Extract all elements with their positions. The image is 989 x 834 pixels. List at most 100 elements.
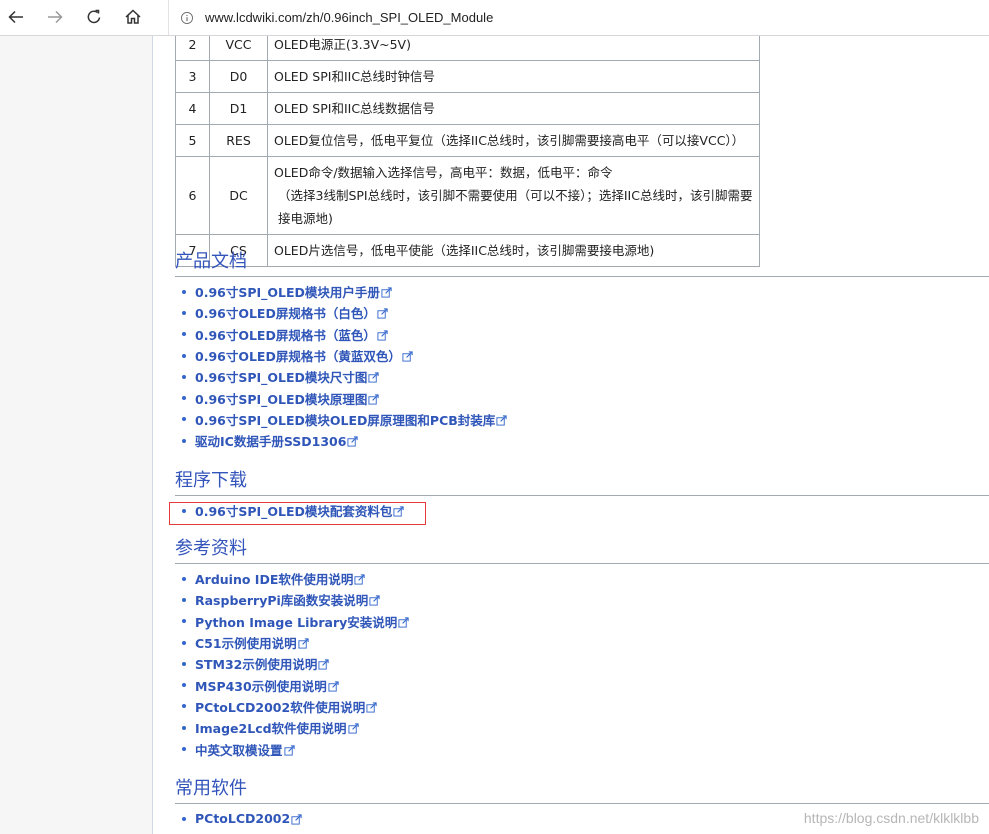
external-link[interactable]: 0.96寸OLED屏规格书（黄蓝双色） <box>195 346 401 365</box>
pin-description-text: OLED复位信号，低电平复位（选择IIC总线时，该引脚需要接高电平（可以接VCC… <box>274 133 745 148</box>
pin-name-cell: DC <box>209 156 268 235</box>
pin-description-text: OLED SPI和IIC总线数据信号 <box>274 101 436 116</box>
external-link[interactable]: RaspberryPi库函数安装说明 <box>195 590 368 609</box>
list-item: 0.96寸SPI_OLED模块用户手册 <box>182 281 507 302</box>
list-item: C51示例使用说明 <box>182 632 409 653</box>
list-item: PCtoLCD2002软件使用说明 <box>182 696 409 717</box>
bullet-icon <box>182 438 186 443</box>
back-button[interactable] <box>2 4 30 30</box>
external-link[interactable]: C51示例使用说明 <box>195 633 297 652</box>
table-row: 2 VCC OLED电源正(3.3V~5V) <box>175 36 760 61</box>
bullet-icon <box>182 417 186 422</box>
external-link-icon[interactable] <box>291 813 302 825</box>
home-icon <box>125 9 141 24</box>
pin-number-cell: 5 <box>175 124 210 157</box>
bullet-icon <box>182 619 186 624</box>
external-link-icon[interactable] <box>377 307 388 319</box>
pin-description-cell: OLED电源正(3.3V~5V) <box>267 36 760 61</box>
bullet-icon <box>182 576 186 581</box>
external-link-icon[interactable] <box>298 637 309 649</box>
external-link[interactable]: 0.96寸SPI_OLED模块OLED屏原理图和PCB封装库 <box>195 410 495 429</box>
refresh-icon <box>87 9 101 24</box>
url-text[interactable]: www.lcdwiki.com/zh/0.96inch_SPI_OLED_Mod… <box>205 10 493 25</box>
external-link[interactable]: PCtoLCD2002 <box>195 811 290 826</box>
pin-description-cell: OLED SPI和IIC总线数据信号 <box>267 92 760 125</box>
external-link-icon[interactable] <box>496 414 507 426</box>
pin-description-text: OLED SPI和IIC总线时钟信号 <box>274 69 436 84</box>
external-link-icon[interactable] <box>368 371 380 383</box>
docs-link-list: 0.96寸SPI_OLED模块用户手册 0.96寸OLED屏规格书（白色） 0.96… <box>182 281 507 451</box>
external-link-icon[interactable] <box>283 744 295 756</box>
list-item: STM32示例使用说明 <box>182 653 409 674</box>
browser-toolbar: www.lcdwiki.com/zh/0.96inch_SPI_OLED_Mod… <box>0 0 989 36</box>
left-sidebar-area <box>0 36 153 834</box>
refs-link-list: Arduino IDE软件使用说明 RaspberryPi库函数安装说明 Pytho… <box>182 568 409 760</box>
bullet-icon <box>182 640 186 645</box>
list-item: RaspberryPi库函数安装说明 <box>182 589 409 610</box>
bullet-icon <box>182 816 186 821</box>
external-link-icon[interactable] <box>398 616 409 628</box>
external-link-icon[interactable] <box>369 594 380 606</box>
pin-name-cell: D0 <box>209 60 268 93</box>
table-row: 3 D0 OLED SPI和IIC总线时钟信号 <box>175 60 760 93</box>
external-link[interactable]: 0.96寸SPI_OLED模块用户手册 <box>195 282 380 301</box>
pin-number-cell: 3 <box>175 60 210 93</box>
table-row: 6 DC OLED命令/数据输入选择信号，高电平：数据，低电平：命令 （选择3线制SP… <box>175 156 760 235</box>
section-heading-refs: 参考资料 <box>175 538 989 564</box>
address-bar[interactable]: www.lcdwiki.com/zh/0.96inch_SPI_OLED_Mod… <box>168 0 989 35</box>
list-item: 驱动IC数据手册SSD1306 <box>182 430 507 451</box>
section-heading-software: 常用软件 <box>175 778 989 804</box>
external-link-icon[interactable] <box>348 722 359 734</box>
external-link[interactable]: Arduino IDE软件使用说明 <box>195 569 353 588</box>
external-link[interactable]: 0.96寸OLED屏规格书（蓝色） <box>195 325 376 344</box>
bullet-icon <box>182 353 186 358</box>
bullet-icon <box>182 310 186 315</box>
external-link[interactable]: 0.96寸SPI_OLED模块原理图 <box>195 389 367 408</box>
pin-table: 2 VCC OLED电源正(3.3V~5V) 3 D0 OLED SPI和IIC总线时钟信… <box>175 36 760 267</box>
bullet-icon <box>182 704 186 709</box>
external-link-icon[interactable] <box>318 658 330 670</box>
forward-button[interactable] <box>41 4 69 30</box>
pin-description-text: （选择3线制SPI总线时，该引脚不需要使用（可以不接）；选择IIC总线时，该引脚… <box>278 188 753 226</box>
external-link-icon[interactable] <box>354 573 366 585</box>
home-button[interactable] <box>119 4 147 30</box>
info-icon[interactable] <box>179 10 195 26</box>
external-link-icon[interactable] <box>377 329 388 341</box>
list-item: 0.96寸SPI_OLED模块OLED屏原理图和PCB封装库 <box>182 409 507 430</box>
external-link-icon[interactable] <box>366 701 377 713</box>
external-link-icon[interactable] <box>347 435 359 447</box>
pin-name-cell: RES <box>209 124 268 157</box>
forward-icon <box>48 10 63 24</box>
external-link[interactable]: 中英文取模设置 <box>195 740 283 759</box>
bullet-icon <box>182 332 186 337</box>
bullet-icon <box>182 725 186 730</box>
bullet-icon <box>182 661 186 666</box>
external-link[interactable]: PCtoLCD2002软件使用说明 <box>195 697 365 716</box>
pin-number-cell: 2 <box>175 36 210 61</box>
watermark: https://blog.csdn.net/klklklbb <box>803 810 979 826</box>
highlight-box <box>169 502 426 525</box>
external-link-icon[interactable] <box>368 393 380 405</box>
refresh-button[interactable] <box>80 4 108 30</box>
external-link[interactable]: STM32示例使用说明 <box>195 654 317 673</box>
external-link[interactable]: 0.96寸SPI_OLED模块尺寸图 <box>195 367 367 386</box>
list-item: 中英文取模设置 <box>182 738 409 759</box>
external-link[interactable]: 驱动IC数据手册SSD1306 <box>195 431 346 450</box>
external-link[interactable]: MSP430示例使用说明 <box>195 676 327 695</box>
list-item: 0.96寸OLED屏规格书（白色） <box>182 302 507 323</box>
software-link-list: PCtoLCD2002 <box>182 808 302 829</box>
list-item: 0.96寸OLED屏规格书（蓝色） <box>182 324 507 345</box>
external-link-icon[interactable] <box>328 680 339 692</box>
table-row: 4 D1 OLED SPI和IIC总线数据信号 <box>175 92 760 125</box>
table-row: 5 RES OLED复位信号，低电平复位（选择IIC总线时，该引脚需要接高电平（可以… <box>175 124 760 157</box>
external-link[interactable]: 0.96寸OLED屏规格书（白色） <box>195 303 376 322</box>
bullet-icon <box>182 683 186 688</box>
external-link[interactable]: Image2Lcd软件使用说明 <box>195 718 347 737</box>
list-item: Arduino IDE软件使用说明 <box>182 568 409 589</box>
pin-description-cell: OLED SPI和IIC总线时钟信号 <box>267 60 760 93</box>
external-link-icon[interactable] <box>402 350 413 362</box>
external-link-icon[interactable] <box>381 286 392 298</box>
pin-number-cell: 6 <box>175 156 210 235</box>
external-link[interactable]: Python Image Library安装说明 <box>195 612 397 631</box>
pin-number-cell: 4 <box>175 92 210 125</box>
